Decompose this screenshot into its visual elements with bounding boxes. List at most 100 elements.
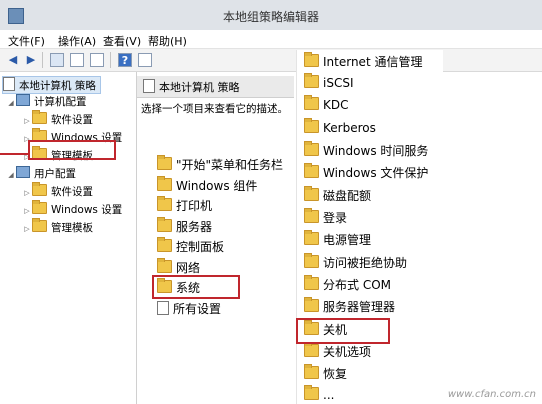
show-tree-icon[interactable]: [50, 53, 64, 67]
tree-item-label: 软件设置: [51, 114, 93, 126]
folder-icon: [157, 176, 172, 191]
folder-icon: [157, 196, 172, 211]
folder-icon: [304, 364, 319, 379]
list-item-windows-components[interactable]: Windows 组件: [157, 176, 258, 195]
policy-icon: [143, 79, 155, 93]
folder-icon: [304, 73, 319, 88]
tree-user-config[interactable]: ◢ 用户配置: [6, 166, 76, 182]
right-item-kerberos[interactable]: Kerberos: [304, 118, 376, 137]
folder-icon: [32, 218, 47, 232]
list-item-label: Internet 通信管理: [323, 55, 423, 69]
tree-root-label: 本地计算机 策略: [19, 80, 96, 92]
list-item-label: 访问被拒绝协助: [323, 256, 408, 270]
folder-icon: [304, 95, 319, 110]
right-item-iscsi[interactable]: iSCSI: [304, 73, 354, 92]
toolbar: ◀ ▶ ?: [0, 49, 542, 72]
list-item-server[interactable]: 服务器: [157, 217, 213, 236]
list-item-label: iSCSI: [323, 76, 354, 90]
folder-icon: [157, 217, 172, 232]
right-item-server-manager[interactable]: 服务器管理器: [304, 297, 396, 316]
user-icon: [16, 166, 30, 178]
view-icon[interactable]: [138, 53, 152, 67]
back-arrow-icon[interactable]: ◀: [6, 53, 20, 67]
tree-computer-software[interactable]: ▷ 软件设置: [22, 110, 93, 129]
list-item-label: 服务器: [176, 220, 213, 234]
right-item-disk-quota[interactable]: 磁盘配额: [304, 186, 372, 205]
collapsed-arrow-icon[interactable]: ▷: [22, 203, 32, 219]
menu-bar: 文件(F) 操作(A) 查看(V) 帮助(H): [0, 30, 542, 49]
right-item-shutdown-options[interactable]: 关机选项: [304, 342, 372, 361]
collapsed-arrow-icon[interactable]: ▷: [22, 221, 32, 237]
right-item-internet[interactable]: Internet 通信管理: [304, 52, 423, 71]
right-item-more[interactable]: ...: [304, 385, 335, 404]
folder-icon: [157, 258, 172, 273]
list-item-label: 关机选项: [323, 345, 372, 359]
list-item-label: Kerberos: [323, 121, 376, 135]
right-item-logon[interactable]: 登录: [304, 208, 348, 227]
highlight-shutdown: [296, 318, 390, 344]
folder-icon: [304, 141, 319, 156]
details-hint: 选择一个项目来查看它的描述。: [141, 103, 288, 115]
list-item-label: 登录: [323, 211, 348, 225]
tree-item-label: Windows 设置: [51, 204, 123, 216]
tree-computer-config-label: 计算机配置: [34, 96, 87, 108]
list-item-label: ...: [323, 388, 335, 402]
tree-user-software[interactable]: ▷ 软件设置: [22, 182, 93, 201]
window-title: 本地组策略编辑器: [222, 10, 319, 24]
list-item-label: 恢复: [323, 367, 348, 381]
menu-action[interactable]: 操作(A): [58, 33, 96, 49]
expanded-arrow-icon[interactable]: ◢: [6, 167, 16, 183]
tree-user-admin-templates[interactable]: ▷ 管理模板: [22, 218, 93, 237]
folder-icon: [304, 275, 319, 290]
highlight-pointer-line: [0, 153, 30, 155]
folder-icon: [304, 208, 319, 223]
list-item-control-panel[interactable]: 控制面板: [157, 237, 224, 256]
tree-user-windows[interactable]: ▷ Windows 设置: [22, 200, 123, 219]
help-icon[interactable]: ?: [118, 53, 132, 67]
folder-icon: [304, 385, 319, 400]
right-item-recovery[interactable]: 恢复: [304, 364, 348, 383]
toolbar-separator: [42, 52, 43, 68]
collapsed-arrow-icon[interactable]: ▷: [22, 185, 32, 201]
menu-file[interactable]: 文件(F): [8, 33, 45, 49]
collapsed-arrow-icon[interactable]: ▷: [22, 113, 32, 129]
folder-icon: [304, 342, 319, 357]
tree-item-label: 管理模板: [51, 222, 93, 234]
folder-icon: [32, 182, 47, 196]
right-item-dcom[interactable]: 分布式 COM: [304, 275, 391, 294]
right-item-power[interactable]: 电源管理: [304, 230, 372, 249]
forward-arrow-icon[interactable]: ▶: [24, 53, 38, 67]
right-item-kdc[interactable]: KDC: [304, 95, 349, 114]
list-item-label: Windows 组件: [176, 179, 258, 193]
tree-computer-config[interactable]: ◢ 计算机配置: [6, 94, 87, 110]
list-item-label: 电源管理: [323, 233, 372, 247]
details-header: 本地计算机 策略: [137, 76, 294, 98]
toolbar-separator: [110, 52, 111, 68]
list-item-label: Windows 时间服务: [323, 144, 429, 158]
computer-icon: [16, 94, 30, 106]
list-item-label: 打印机: [176, 199, 213, 213]
list-item-label: 分布式 COM: [323, 278, 391, 292]
right-item-time-service[interactable]: Windows 时间服务: [304, 141, 429, 160]
list-item-start-menu[interactable]: "开始"菜单和任务栏: [157, 155, 283, 174]
expanded-arrow-icon[interactable]: ◢: [6, 95, 16, 111]
list-item-all-settings[interactable]: 所有设置: [157, 300, 221, 318]
right-item-access-denied[interactable]: 访问被拒绝协助: [304, 253, 408, 272]
settings-doc-icon: [157, 301, 169, 315]
tree-root[interactable]: 本地计算机 策略: [2, 76, 101, 94]
list-item-label: KDC: [323, 98, 349, 112]
highlight-system: [152, 275, 240, 299]
folder-icon: [304, 230, 319, 245]
folder-icon: [304, 163, 319, 178]
properties-icon[interactable]: [70, 53, 84, 67]
menu-help[interactable]: 帮助(H): [148, 33, 187, 49]
list-item-label: 服务器管理器: [323, 300, 396, 314]
menu-view[interactable]: 查看(V): [103, 33, 141, 49]
folder-icon: [32, 200, 47, 214]
right-item-file-protection[interactable]: Windows 文件保护: [304, 163, 428, 182]
highlight-admin-templates: [28, 140, 116, 160]
list-item-printers[interactable]: 打印机: [157, 196, 213, 215]
folder-icon: [304, 52, 319, 67]
list-item-label: 磁盘配额: [323, 189, 372, 203]
export-list-icon[interactable]: [90, 53, 104, 67]
